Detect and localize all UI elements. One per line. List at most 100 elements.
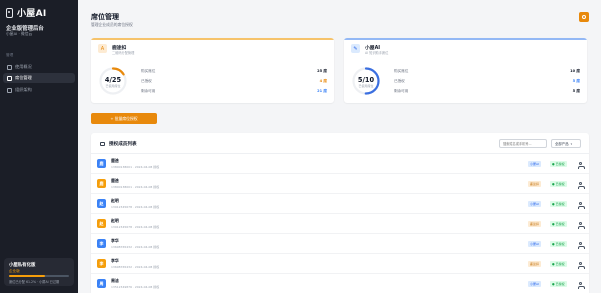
member-meta: 13800138001 · 2024-04-08 授权 [111,185,160,189]
avatar: 赵 [97,219,106,228]
avatar: 鹿 [97,179,106,188]
product-tag: 鹿途扣 [528,261,542,267]
product-card-xiaowu-ai: ✎ 小屋AI AI 知识助手席位 5/10 已使用席位 购买席位 10 席 已授… [344,38,587,103]
product-tag: 鹿途扣 [528,181,542,187]
stat-value: 21 席 [317,89,327,93]
member-row[interactable]: 李李华 13698765432 · 2024-04-08 授权 小屋AI ● 已授权 [91,234,589,254]
member-row[interactable]: 周周洁 13512349876 · 2024-04-08 授权 小屋AI ● 已授权 [91,274,589,293]
user-icon [578,262,585,269]
user-icon [578,242,585,249]
product-tag: 小屋AI [528,241,541,247]
product-desc: 二维码分配管理 [112,51,135,55]
stat-purchased: 购买席位 25 席 [141,69,327,74]
member-row[interactable]: 李李华 13698765432 · 2024-04-08 授权 鹿途扣 ● 已授权 [91,254,589,274]
stat-value: 25 席 [317,69,327,73]
member-list-panel: 授权成员列表 全部产品 ▾ 鹿鹿途13800138001 · 2024-04-0… [91,133,589,293]
member-row[interactable]: 赵赵明 13912345678 · 2024-04-08 授权 鹿途扣 ● 已授权 [91,214,589,234]
member-row[interactable]: 赵赵明 13912345678 · 2024-04-08 授权 小屋AI ● 已授权 [91,194,589,214]
plan-promo-card[interactable]: 小屋私有化版 企业版 席位已分配 61.2% · 小屋AI 已过期 [4,258,74,286]
settings-button[interactable] [579,12,589,22]
member-meta: 13698765432 · 2024-04-08 授权 [111,265,160,269]
stat-label: 剩余可用 [141,89,156,93]
seat-usage-label: 已使用席位 [105,84,121,88]
member-row[interactable]: 鹿鹿途 13800138001 · 2024-04-08 授权 小屋AI ● 已授权 [91,154,589,174]
seat-usage-value: 5/10 [357,76,375,84]
batch-assign-button[interactable]: + 批量席位授权 [91,113,157,124]
product-tag: 小屋AI [528,281,541,287]
stat-assigned: 已授权 5 席 [394,79,580,84]
list-header: 授权成员列表 全部产品 ▾ [91,133,589,154]
member-row[interactable]: 鹿鹿途 13800138001 · 2024-04-08 授权 鹿途扣 ● 已授权 [91,174,589,194]
nav-section-label: 管理 [6,53,14,57]
stat-label: 剩余可用 [394,89,409,93]
stat-label: 购买席位 [394,69,409,73]
member-meta: 13512349876 · 2024-04-08 授权 [111,285,160,289]
product-tag: 小屋AI [528,201,541,207]
status-badge: ● 已授权 [550,221,567,227]
promo-title: 小屋私有化版 [9,263,36,268]
member-meta: 13698765432 · 2024-04-08 授权 [111,245,160,249]
sidebar: 小屋AI 企业版管理后台 小屋AI · 微信云 管理 使用概况 席位管理 组织架… [0,0,78,293]
status-badge: ● 已授权 [550,181,567,187]
promo-progress-bar [9,275,69,277]
page-title: 席位管理 [91,13,119,21]
member-name: 李华 [111,258,119,263]
stat-value: 5 席 [572,79,580,83]
member-action-button[interactable] [577,180,585,189]
logo-icon [6,7,13,18]
avatar: 李 [97,239,106,248]
member-name: 周洁 [111,278,119,283]
product-filter-select[interactable]: 全部产品 ▾ [551,139,581,148]
product-tag: 鹿途扣 [528,221,542,227]
member-meta: 13912345678 · 2024-04-08 授权 [111,225,160,229]
product-icon: A [98,44,107,53]
sidebar-item-label: 使用概况 [15,64,32,69]
member-name: 李华 [111,238,119,243]
stat-remaining: 剩余可用 5 席 [394,89,580,94]
member-meta: 13912345678 · 2024-04-08 授权 [111,205,160,209]
chevron-down-icon: ▾ [570,141,573,146]
card-accent-line [91,38,334,40]
member-action-button[interactable] [577,200,585,209]
member-meta: 13800138001 · 2024-04-08 授权 [111,165,160,169]
magic-wand-icon: ✎ [351,44,360,53]
search-input[interactable] [499,139,547,148]
logo-text: 小屋AI [17,9,47,19]
member-action-button[interactable] [577,220,585,229]
sidebar-item-seats[interactable]: 席位管理 [3,73,75,83]
status-badge: ● 已授权 [550,161,567,167]
member-action-button[interactable] [577,280,585,289]
user-icon [578,202,585,209]
member-action-button[interactable] [577,240,585,249]
member-action-button[interactable] [577,260,585,269]
promo-progress-fill [9,275,45,277]
member-name: 赵明 [111,198,119,203]
avatar: 李 [97,259,106,268]
stat-label: 购买席位 [141,69,156,73]
stat-value: 4 席 [319,79,327,83]
filter-value: 全部产品 [555,141,569,146]
status-badge: ● 已授权 [550,281,567,287]
stat-label: 已授权 [141,79,152,83]
stat-purchased: 购买席位 10 席 [394,69,580,74]
chart-icon [7,64,12,70]
product-tag: 小屋AI [528,161,541,167]
logo[interactable]: 小屋AI [6,6,47,19]
status-badge: ● 已授权 [550,201,567,207]
sidebar-item-label: 组织架构 [15,87,32,92]
member-name: 鹿途 [111,158,119,163]
seat-usage-value: 4/25 [104,76,122,84]
stat-value: 10 席 [570,69,580,73]
avatar: 赵 [97,199,106,208]
member-action-button[interactable] [577,160,585,169]
stat-assigned: 已授权 4 席 [141,79,327,84]
sidebar-item-org[interactable]: 组织架构 [3,85,75,95]
avatar: 鹿 [97,159,106,168]
sidebar-item-usage[interactable]: 使用概况 [3,62,75,72]
avatar: 周 [97,279,106,288]
sidebar-item-label: 席位管理 [15,75,32,80]
status-badge: ● 已授权 [550,241,567,247]
stat-remaining: 剩余可用 21 席 [141,89,327,94]
promo-badge: 企业版 [9,269,20,273]
product-desc: AI 知识助手席位 [365,51,389,55]
